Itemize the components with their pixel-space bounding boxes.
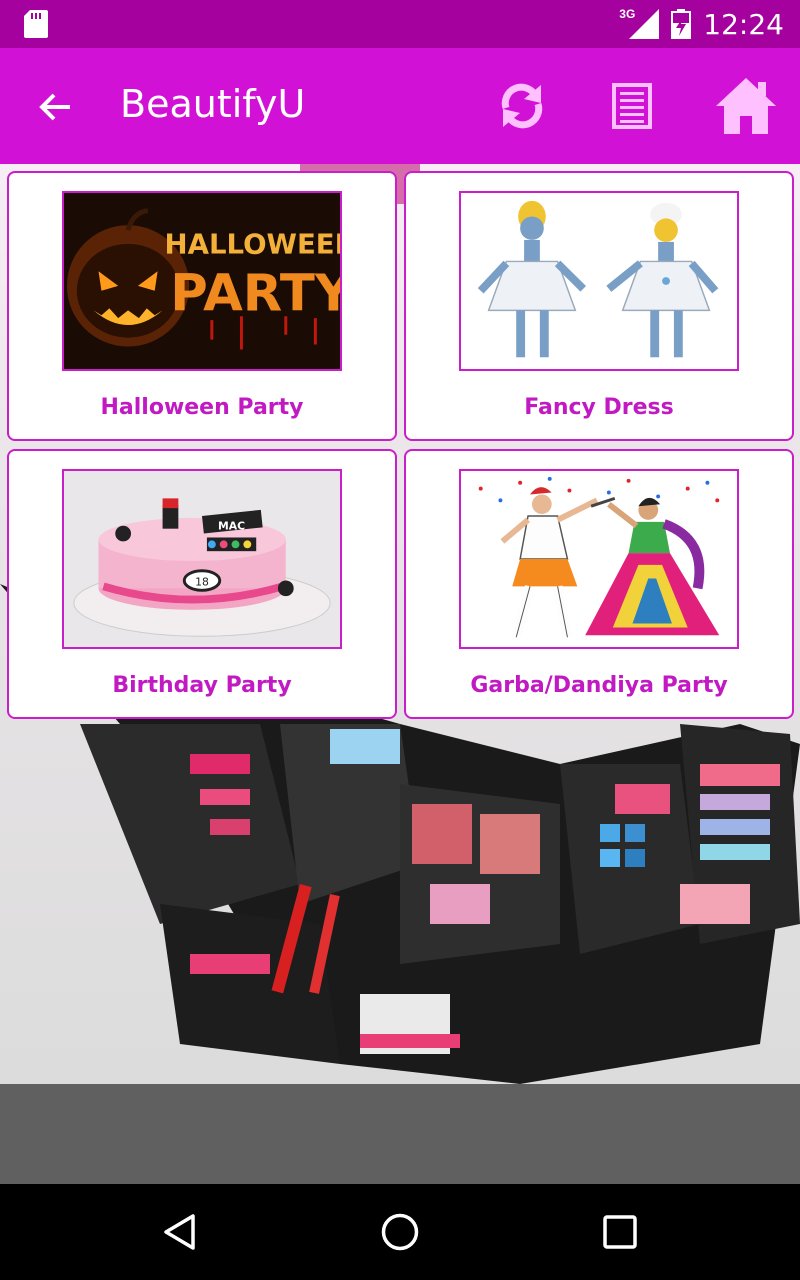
grid-item-birthday-party[interactable]: MAC 18 Birthday Party — [7, 449, 397, 719]
home-button[interactable] — [706, 72, 786, 140]
refresh-icon — [501, 83, 543, 129]
clock: 12:24 — [703, 7, 784, 41]
back-button[interactable] — [30, 82, 80, 132]
refresh-button[interactable] — [488, 72, 556, 140]
nav-recents-button[interactable] — [590, 1202, 650, 1262]
fancy-dress-image — [459, 191, 739, 371]
signal-icon: 3G — [619, 7, 660, 39]
app-title: BeautifyU — [120, 82, 306, 126]
halloween-image-title: HALLOWEEN — [165, 229, 340, 261]
grid-item-label: Halloween Party — [100, 395, 304, 420]
status-bar: 3G 12:24 — [0, 0, 800, 48]
content-area: HALLOWEEN PARTY Halloween Party Fancy Dr… — [0, 164, 800, 1084]
battery-icon — [671, 9, 692, 39]
back-triangle-icon — [164, 1214, 195, 1250]
grid-item-label: Garba/Dandiya Party — [470, 673, 728, 698]
grid-item-fancy-dress[interactable]: Fancy Dress — [404, 171, 794, 441]
garba-dancers-image — [459, 469, 739, 649]
system-nav-bar — [0, 1184, 800, 1280]
back-arrow-icon — [39, 93, 70, 121]
grid-item-label: Fancy Dress — [524, 395, 674, 420]
grid-item-label: Birthday Party — [112, 673, 292, 698]
birthday-cake-image: MAC 18 — [62, 469, 342, 649]
nav-home-button[interactable] — [370, 1202, 430, 1262]
bottom-strip — [0, 1084, 800, 1184]
mac-image-text: MAC — [218, 520, 245, 533]
home-circle-icon — [381, 1213, 419, 1251]
app-bar: BeautifyU — [0, 48, 800, 164]
home-icon — [716, 78, 776, 134]
halloween-party-image: HALLOWEEN PARTY — [62, 191, 342, 371]
party-image-title: PARTY — [170, 265, 340, 324]
sd-card-icon — [24, 10, 48, 38]
list-icon — [612, 83, 652, 129]
age-image-text: 18 — [195, 575, 209, 588]
recents-square-icon — [603, 1215, 637, 1249]
network-type: 3G — [619, 7, 636, 21]
list-button[interactable] — [598, 72, 666, 140]
grid-item-halloween-party[interactable]: HALLOWEEN PARTY Halloween Party — [7, 171, 397, 441]
nav-back-button[interactable] — [150, 1202, 210, 1262]
grid-item-garba-dandiya-party[interactable]: Garba/Dandiya Party — [404, 449, 794, 719]
